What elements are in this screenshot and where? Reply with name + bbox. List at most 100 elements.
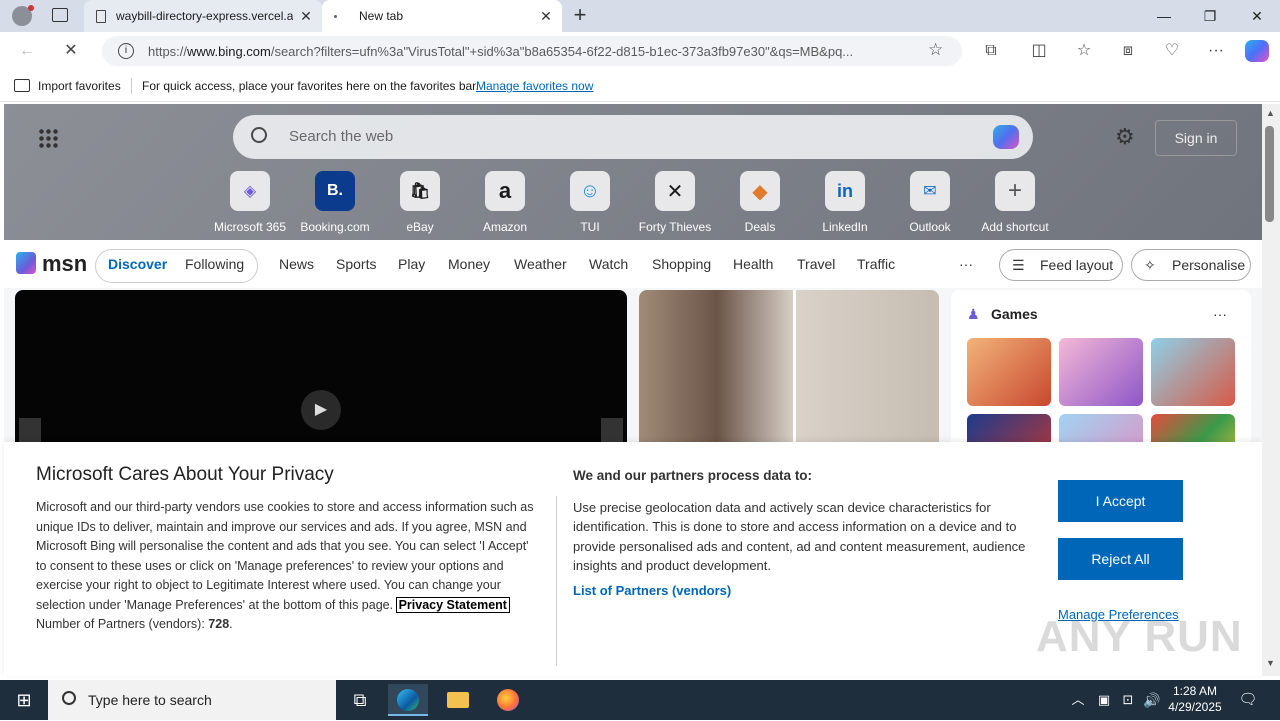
edge-taskbar-icon[interactable] bbox=[388, 684, 428, 716]
shortcut-deals[interactable]: ◆ Deals bbox=[720, 171, 800, 234]
restore-icon[interactable]: ❐ bbox=[1187, 0, 1233, 32]
games-more-icon[interactable]: ··· bbox=[1213, 306, 1227, 322]
list-of-partners-link[interactable]: List of Partners (vendors) bbox=[573, 581, 1038, 601]
split-screen-icon[interactable]: ◫ bbox=[1026, 38, 1052, 64]
favorite-star-icon[interactable]: ☆ bbox=[928, 40, 943, 60]
game-thumbnail[interactable] bbox=[1151, 338, 1235, 406]
search-input[interactable]: Search the web bbox=[289, 128, 393, 145]
shortcut-linkedin[interactable]: in LinkedIn bbox=[805, 171, 885, 234]
nav-traffic[interactable]: Traffic bbox=[857, 256, 895, 272]
notification-dot bbox=[28, 5, 34, 11]
windows-start-icon[interactable]: ⊞ bbox=[4, 684, 44, 716]
back-icon[interactable]: ← bbox=[14, 38, 40, 64]
feed-layout-button[interactable]: ☰ Feed layout bbox=[999, 249, 1123, 281]
nav-weather[interactable]: Weather bbox=[514, 256, 567, 272]
privacy-statement-link[interactable]: Privacy Statement bbox=[395, 596, 510, 613]
nav-news[interactable]: News bbox=[279, 256, 314, 272]
shortcut-label: Add shortcut bbox=[981, 220, 1049, 234]
shortcut-label: TUI bbox=[580, 220, 600, 234]
navigation-bar: ← ✕ i https://www.bing.com/search?filter… bbox=[0, 32, 1280, 70]
favbar-divider bbox=[131, 78, 132, 94]
shortcut-booking[interactable]: B. Booking.com bbox=[295, 171, 375, 234]
task-view-icon[interactable]: ⧉ bbox=[340, 684, 380, 716]
nav-sports[interactable]: Sports bbox=[336, 256, 376, 272]
firefox-logo-icon bbox=[497, 689, 519, 711]
shortcut-forty-thieves[interactable]: ✕ Forty Thieves bbox=[635, 171, 715, 234]
shortcut-ebay[interactable]: 🛍 eBay bbox=[380, 171, 460, 234]
nav-shopping[interactable]: Shopping bbox=[652, 256, 711, 272]
reject-all-button[interactable]: Reject All bbox=[1058, 538, 1183, 580]
shortcut-outlook[interactable]: ✉ Outlook bbox=[890, 171, 970, 234]
amazon-icon: a bbox=[485, 171, 525, 211]
settings-more-icon[interactable]: ··· bbox=[1203, 38, 1229, 64]
title-bar: waybill-directory-express.vercel.a ✕ New… bbox=[0, 0, 1280, 32]
search-icon bbox=[251, 127, 267, 143]
windows-taskbar: ⊞ Type here to search ⧉ ︿ ▣ ⊡ 🔊 1:28 AM … bbox=[0, 680, 1280, 720]
notifications-icon[interactable]: 🗨 bbox=[1228, 684, 1268, 716]
copilot-icon[interactable] bbox=[1245, 40, 1269, 62]
url-text[interactable]: https://www.bing.com/search?filters=ufn%… bbox=[148, 44, 918, 59]
shortcut-tui[interactable]: ☺ TUI bbox=[550, 171, 630, 234]
play-button-icon[interactable]: ▶ bbox=[301, 390, 341, 430]
close-window-icon[interactable]: ✕ bbox=[1234, 0, 1280, 32]
msn-logo-icon[interactable] bbox=[16, 252, 36, 274]
close-tab-icon[interactable]: ✕ bbox=[538, 8, 554, 24]
outlook-icon: ✉ bbox=[910, 171, 950, 211]
ebay-icon: 🛍 bbox=[400, 171, 440, 211]
nav-watch[interactable]: Watch bbox=[589, 256, 628, 272]
nav-health[interactable]: Health bbox=[733, 256, 773, 272]
settings-gear-icon[interactable]: ⚙ bbox=[1115, 124, 1135, 150]
tab-title: New tab bbox=[359, 9, 404, 23]
site-info-icon[interactable]: i bbox=[118, 43, 134, 59]
tab-waybill[interactable]: waybill-directory-express.vercel.a ✕ bbox=[84, 0, 322, 32]
game-thumbnail[interactable] bbox=[1059, 338, 1143, 406]
msn-logo-text[interactable]: msn bbox=[42, 251, 87, 277]
stop-loading-icon[interactable]: ✕ bbox=[58, 38, 84, 64]
browser-essentials-icon[interactable]: ♡ bbox=[1159, 38, 1185, 64]
forty-thieves-icon: ✕ bbox=[655, 171, 695, 211]
system-clock[interactable]: 1:28 AM 4/29/2025 bbox=[1160, 683, 1230, 715]
scrollbar-thumb[interactable] bbox=[1265, 126, 1274, 222]
shortcut-label: Amazon bbox=[482, 220, 528, 234]
taskbar-search-input[interactable]: Type here to search bbox=[88, 692, 212, 708]
copilot-search-icon[interactable] bbox=[993, 125, 1019, 149]
tab-actions-icon[interactable] bbox=[52, 8, 68, 22]
extensions-icon[interactable]: ⧉ bbox=[978, 38, 1004, 64]
tab-discover[interactable]: Discover bbox=[108, 256, 167, 272]
linkedin-icon: in bbox=[825, 171, 865, 211]
close-tab-icon[interactable]: ✕ bbox=[298, 8, 314, 24]
nav-travel[interactable]: Travel bbox=[797, 256, 835, 272]
import-favorites-button[interactable]: Import favorites bbox=[38, 79, 121, 93]
tab-following[interactable]: Following bbox=[185, 256, 244, 272]
shortcut-add[interactable]: + Add shortcut bbox=[975, 171, 1055, 234]
i-accept-button[interactable]: I Accept bbox=[1058, 480, 1183, 522]
nav-play[interactable]: Play bbox=[398, 256, 425, 272]
favorites-icon[interactable]: ☆ bbox=[1071, 38, 1097, 64]
file-explorer-icon[interactable] bbox=[438, 684, 478, 716]
manage-favorites-link[interactable]: Manage favorites now bbox=[476, 79, 593, 93]
consent-title: Microsoft Cares About Your Privacy bbox=[36, 464, 334, 485]
app-launcher-icon[interactable] bbox=[38, 128, 58, 148]
shortcut-microsoft-365[interactable]: ◈ Microsoft 365 bbox=[210, 171, 290, 234]
minimize-icon[interactable]: — bbox=[1141, 0, 1187, 32]
taskbar-search[interactable]: Type here to search bbox=[48, 680, 336, 720]
new-tab-icon[interactable]: + bbox=[568, 4, 592, 28]
nav-more-icon[interactable]: ··· bbox=[959, 256, 973, 272]
partners-count-label: Number of Partners (vendors): bbox=[36, 617, 205, 631]
tab-new-tab[interactable]: New tab ✕ bbox=[322, 0, 562, 32]
game-thumbnail[interactable] bbox=[967, 338, 1051, 406]
microsoft-365-icon: ◈ bbox=[230, 171, 270, 211]
collections-icon[interactable]: ⧈ bbox=[1115, 38, 1141, 64]
folder-icon bbox=[447, 692, 469, 708]
scroll-down-icon[interactable]: ▼ bbox=[1266, 658, 1275, 668]
nav-money[interactable]: Money bbox=[448, 256, 490, 272]
sign-in-button[interactable]: Sign in bbox=[1155, 120, 1237, 156]
firefox-icon[interactable] bbox=[488, 684, 528, 716]
address-bar[interactable]: i https://www.bing.com/search?filters=uf… bbox=[102, 36, 962, 66]
scroll-up-icon[interactable]: ▲ bbox=[1266, 108, 1275, 118]
personalise-button[interactable]: ✧ Personalise bbox=[1131, 249, 1251, 281]
deals-icon: ◆ bbox=[740, 171, 780, 211]
search-box[interactable]: Search the web bbox=[233, 115, 1033, 159]
import-favorites-icon[interactable] bbox=[14, 79, 30, 92]
shortcut-amazon[interactable]: a Amazon bbox=[465, 171, 545, 234]
